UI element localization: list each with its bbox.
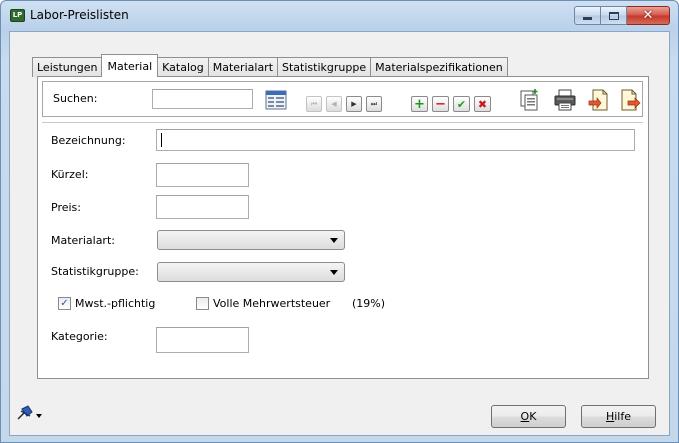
tab-katalog[interactable]: Katalog [157, 57, 209, 77]
list-view-icon[interactable] [265, 89, 287, 111]
search-toolbar: Suchen: ⏮ ◀ ▶ ⏭ + − ✔ ✖ [42, 81, 643, 117]
toolbar-separator [42, 122, 643, 123]
next-record-button[interactable]: ▶ [346, 96, 362, 112]
confirm-button[interactable]: ✔ [453, 96, 470, 112]
previous-record-icon: ◀ [331, 100, 337, 108]
tab-materialart[interactable]: Materialart [207, 57, 279, 77]
statistikgruppe-label: Statistikgruppe: [51, 265, 139, 278]
pin-menu-button[interactable] [15, 404, 45, 424]
search-label: Suchen: [53, 92, 98, 105]
volle-mwst-label[interactable]: Volle Mehrwertsteuer [213, 297, 330, 310]
tab-leistungen[interactable]: Leistungen [32, 57, 103, 77]
materialart-select[interactable] [157, 230, 345, 250]
kuerzel-input[interactable] [156, 163, 249, 187]
volle-mwst-checkbox[interactable] [196, 297, 209, 310]
tab-materialspezifikationen[interactable]: Materialspezifikationen [370, 57, 508, 77]
mwst-label[interactable]: Mwst.-pflichtig [75, 297, 155, 310]
help-label-rest: ilfe [614, 410, 632, 423]
minimize-button[interactable] [574, 6, 601, 25]
chevron-down-icon [330, 238, 338, 243]
help-accel: H [605, 410, 615, 423]
remove-button[interactable]: − [432, 96, 449, 112]
ok-accel: O [520, 410, 530, 423]
cancel-button[interactable]: ✖ [474, 96, 491, 112]
confirm-icon: ✔ [456, 97, 467, 111]
maximize-button[interactable] [601, 6, 627, 25]
tab-material[interactable]: Material [101, 54, 159, 77]
materialart-label: Materialart: [51, 234, 115, 247]
add-button[interactable]: + [411, 96, 428, 112]
help-button[interactable]: Hilfe [581, 405, 656, 428]
export-icon[interactable] [619, 88, 641, 112]
window-title: Labor-Preislisten [30, 8, 129, 22]
close-button[interactable]: ✕ [627, 6, 670, 25]
print-icon[interactable] [553, 88, 577, 112]
copy-document-icon[interactable] [519, 88, 541, 112]
minimize-icon [583, 17, 592, 20]
ok-button[interactable]: OK [491, 405, 566, 428]
first-record-icon: ⏮ [310, 99, 318, 108]
search-input[interactable] [152, 89, 253, 109]
material-tab-panel: Suchen: ⏮ ◀ ▶ ⏭ + − ✔ ✖ Bezeichnung: Kür… [37, 76, 649, 379]
title-bar[interactable]: LP Labor-Preislisten ✕ [1, 1, 678, 31]
maximize-icon [608, 11, 619, 20]
window-controls: ✕ [574, 6, 670, 26]
bezeichnung-label: Bezeichnung: [51, 134, 126, 147]
kategorie-input[interactable] [156, 327, 249, 353]
add-icon: + [414, 96, 425, 112]
mwst-rate: (19%) [352, 297, 386, 310]
preis-input[interactable] [156, 195, 249, 219]
app-logo-icon: LP [10, 9, 25, 22]
statistikgruppe-select[interactable] [157, 262, 345, 282]
import-icon[interactable] [588, 88, 610, 112]
first-record-button[interactable]: ⏮ [306, 96, 322, 112]
last-record-icon: ⏭ [370, 99, 378, 108]
tab-strip: Leistungen Material Katalog Materialart … [32, 54, 508, 77]
last-record-button[interactable]: ⏭ [366, 96, 382, 112]
cancel-icon: ✖ [477, 97, 488, 111]
mwst-checkbox[interactable]: ✓ [58, 297, 71, 310]
kuerzel-label: Kürzel: [51, 168, 89, 181]
previous-record-button[interactable]: ◀ [326, 96, 342, 112]
close-icon: ✕ [642, 8, 654, 23]
remove-icon: − [435, 96, 446, 112]
next-record-icon: ▶ [351, 100, 357, 108]
tab-statistikgruppe[interactable]: Statistikgruppe [277, 57, 372, 77]
ok-label-rest: K [529, 410, 537, 423]
chevron-down-icon [330, 270, 338, 275]
bezeichnung-input[interactable] [156, 129, 635, 151]
kategorie-label: Kategorie: [51, 330, 108, 343]
preis-label: Preis: [51, 201, 81, 214]
text-caret [161, 133, 162, 147]
